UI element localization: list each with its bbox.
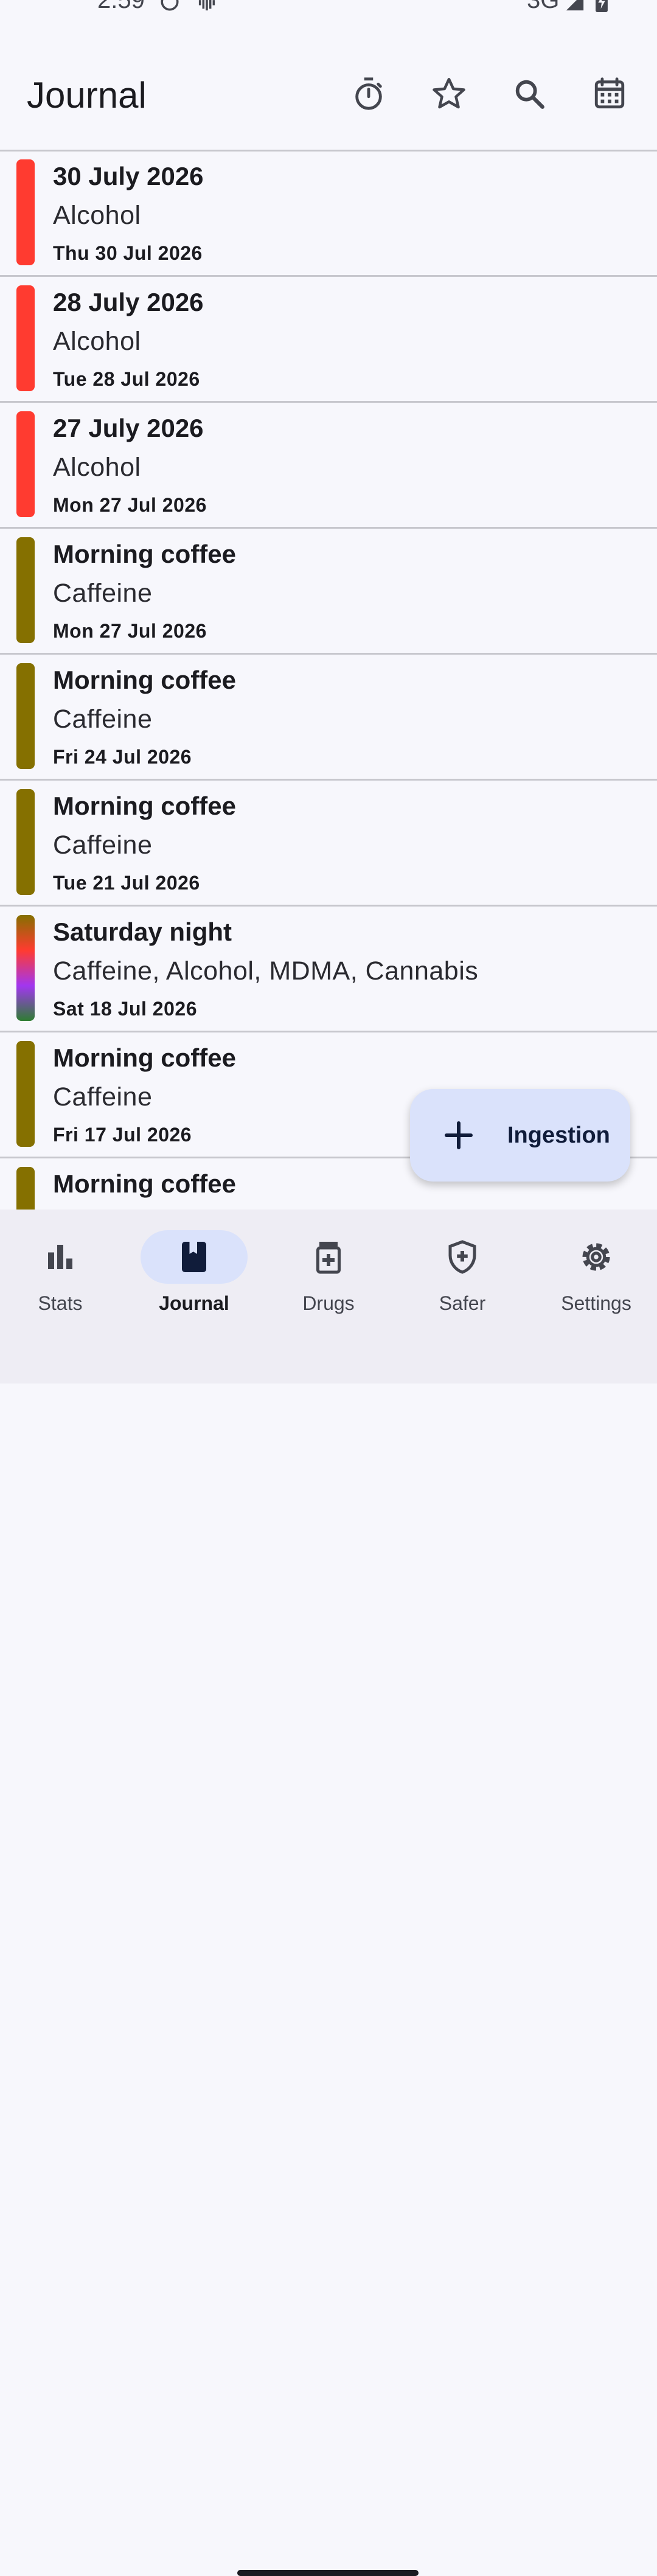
experience-substances: Caffeine <box>53 1082 153 1112</box>
substance-color-bar <box>16 1167 35 1210</box>
experience-substances: Alcohol <box>53 453 141 482</box>
experience-title: Morning coffee <box>53 666 236 694</box>
substance-color-bar <box>16 159 35 265</box>
nav-label-settings: Settings <box>561 1292 631 1314</box>
experience-title: Morning coffee <box>53 792 236 820</box>
experience-date: Fri 24 Jul 2026 <box>53 746 192 768</box>
add-ingestion-label: Ingestion <box>507 1122 610 1148</box>
signal-icon <box>565 0 585 15</box>
experience-date: Fri 17 Jul 2026 <box>53 1124 192 1146</box>
shield-plus-icon <box>448 1240 476 1274</box>
experience-list[interactable]: 30 July 2026 Alcohol Thu 30 Jul 2026 28 … <box>0 151 657 1210</box>
experience-substances: Caffeine, Alcohol, MDMA, Cannabis <box>53 956 479 986</box>
experience-date: Tue 28 Jul 2026 <box>53 368 200 390</box>
add-ingestion-button[interactable]: Ingestion <box>410 1089 630 1182</box>
status-time: 2:59 <box>97 0 145 13</box>
experience-substances: Caffeine <box>53 830 153 860</box>
battery-charging-icon <box>595 0 608 15</box>
experience-row[interactable]: Morning coffee Caffeine Tue 21 Jul 2026 <box>0 781 657 907</box>
nav-item-safer[interactable]: Safer <box>395 1230 529 1315</box>
audio-wave-icon <box>196 0 218 15</box>
substance-color-bar <box>16 537 35 643</box>
favorites-button[interactable] <box>423 68 474 119</box>
experience-title: Morning coffee <box>53 1043 236 1072</box>
experience-substances: Alcohol <box>53 201 141 230</box>
plus-icon <box>445 1121 473 1149</box>
book-icon <box>182 1242 206 1272</box>
top-app-bar: Journal <box>0 61 657 151</box>
experience-title: 30 July 2026 <box>53 162 204 190</box>
substance-color-bar <box>16 285 35 391</box>
substance-color-bar <box>16 411 35 517</box>
gear-icon <box>582 1243 610 1271</box>
timer-button[interactable] <box>343 68 394 119</box>
nav-label-stats: Stats <box>38 1292 83 1314</box>
nav-label-journal: Journal <box>159 1292 229 1314</box>
bar-chart-icon <box>48 1245 72 1269</box>
experience-date: Sat 18 Jul 2026 <box>53 998 197 1020</box>
experience-row[interactable]: 28 July 2026 Alcohol Tue 28 Jul 2026 <box>0 277 657 403</box>
experience-substances: Caffeine <box>53 705 153 734</box>
nav-item-stats[interactable]: Stats <box>0 1230 127 1315</box>
face-icon <box>159 0 180 15</box>
nav-label-safer: Safer <box>439 1292 486 1314</box>
page-title: Journal <box>27 75 147 116</box>
experience-row[interactable]: Saturday night Caffeine, Alcohol, MDMA, … <box>0 907 657 1032</box>
timer-icon <box>355 77 382 110</box>
substance-color-bar <box>16 789 35 895</box>
experience-date: Mon 27 Jul 2026 <box>53 620 207 642</box>
bottom-navigation: Stats Journal Drugs Safer Settings <box>0 1210 657 2576</box>
nav-item-settings[interactable]: Settings <box>529 1230 657 1315</box>
nav-item-drugs[interactable]: Drugs <box>262 1230 395 1315</box>
network-type: 3G <box>527 0 560 13</box>
medication-icon <box>316 1242 341 1274</box>
experience-row[interactable]: Morning coffee Caffeine Fri 24 Jul 2026 <box>0 655 657 781</box>
calendar-button[interactable] <box>584 68 635 119</box>
substance-color-bar <box>16 663 35 769</box>
experience-date: Tue 21 Jul 2026 <box>53 872 200 894</box>
substance-color-bar <box>16 915 35 1021</box>
experience-title: Saturday night <box>53 917 232 946</box>
experience-substances: Caffeine <box>53 579 153 608</box>
search-icon <box>515 80 544 109</box>
experience-row[interactable]: 30 July 2026 Alcohol Thu 30 Jul 2026 <box>0 151 657 277</box>
experience-title: 28 July 2026 <box>53 288 204 316</box>
experience-title: Morning coffee <box>53 1169 236 1198</box>
experience-date: Mon 27 Jul 2026 <box>53 494 207 516</box>
experience-title: Morning coffee <box>53 540 236 568</box>
experience-row[interactable]: 27 July 2026 Alcohol Mon 27 Jul 2026 <box>0 403 657 529</box>
search-button[interactable] <box>504 68 555 119</box>
star-icon <box>433 78 465 109</box>
nav-item-journal[interactable]: Journal <box>127 1230 261 1315</box>
calendar-icon <box>594 77 625 109</box>
nav-label-drugs: Drugs <box>302 1292 355 1314</box>
status-bar: 2:59 3G <box>0 0 657 24</box>
substance-color-bar <box>16 1041 35 1147</box>
experience-title: 27 July 2026 <box>53 414 204 442</box>
home-indicator <box>237 2570 419 2576</box>
experience-substances: Alcohol <box>53 327 141 356</box>
experience-row[interactable]: Morning coffee Caffeine Mon 27 Jul 2026 <box>0 529 657 655</box>
experience-date: Thu 30 Jul 2026 <box>53 242 203 264</box>
